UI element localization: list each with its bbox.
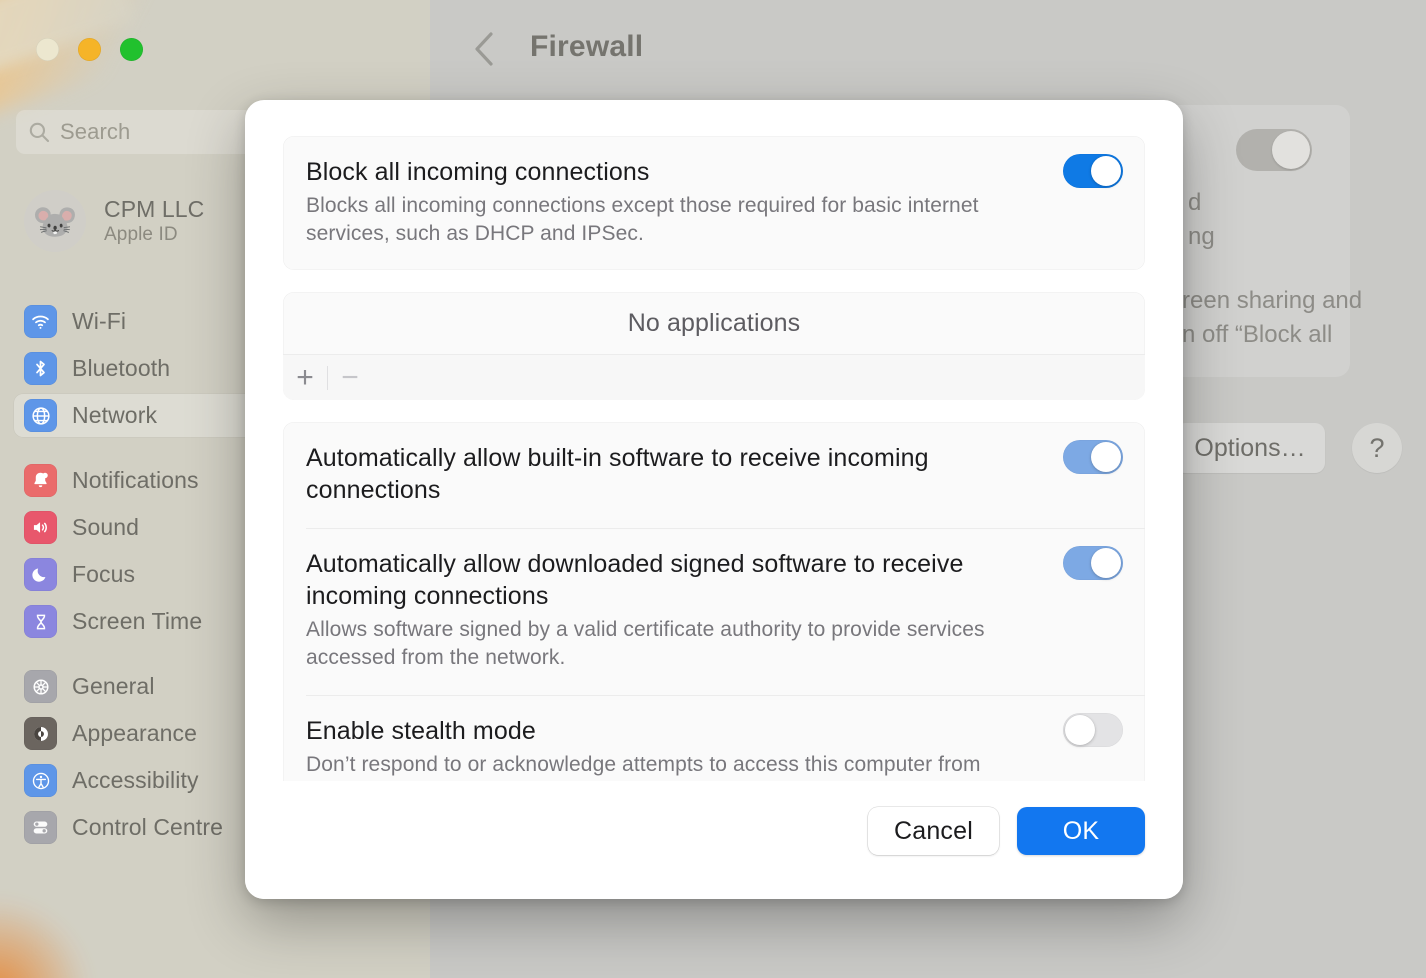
obscured-text-fragment: n off “Block all	[1182, 321, 1333, 348]
allow-signed-row: Automatically allow downloaded signed so…	[283, 528, 1145, 694]
bell-icon	[24, 464, 57, 497]
sidebar-item-label: Accessibility	[72, 767, 199, 793]
pane-toolbar: Firewall	[430, 0, 1426, 98]
close-button[interactable]	[36, 38, 59, 61]
options-button[interactable]: Options…	[1175, 423, 1325, 473]
wallpaper-bleed-corner	[0, 898, 90, 978]
appearance-icon	[24, 717, 57, 750]
obscured-text-fragment: ng	[1188, 223, 1215, 250]
sidebar-item-label: Wi-Fi	[72, 308, 127, 334]
account-name: CPM LLC	[104, 196, 205, 222]
account-subtitle: Apple ID	[104, 224, 178, 245]
sidebar-item-label: Appearance	[72, 720, 198, 746]
applications-empty-label: No applications	[627, 308, 801, 337]
cancel-button[interactable]: Cancel	[867, 807, 999, 855]
block-all-title: Block all incoming connections	[306, 158, 650, 186]
sidebar-item-label: Focus	[72, 561, 136, 587]
obscured-text-fragment: d	[1188, 189, 1202, 216]
window-traffic-lights	[36, 38, 143, 61]
stealth-mode-title: Enable stealth mode	[306, 716, 536, 745]
applications-toolbar: + −	[283, 354, 1145, 401]
ok-button[interactable]: OK	[1017, 807, 1145, 855]
sheet-scroll-area[interactable]: Block all incoming connections Blocks al…	[245, 100, 1183, 781]
sidebar-item-label: General	[72, 673, 155, 699]
zoom-button[interactable]	[120, 38, 143, 61]
sidebar-item-label: Sound	[72, 514, 140, 540]
firewall-toggle-background[interactable]	[1236, 129, 1312, 171]
add-application-button[interactable]: +	[283, 355, 327, 401]
allow-signed-description: Allows software signed by a valid certif…	[306, 618, 985, 670]
minimize-button[interactable]	[78, 38, 101, 61]
desktop-root: Search 🐭 CPM LLC Apple ID Wi-Fi Bluetoot…	[0, 0, 1426, 978]
obscured-text-fragment: reen sharing and	[1182, 287, 1363, 314]
applications-card: No applications + −	[283, 292, 1145, 401]
sidebar-item-label: Control Centre	[72, 814, 223, 840]
speaker-icon	[24, 511, 57, 544]
stealth-mode-description: Don’t respond to or acknowledge attempts…	[306, 752, 981, 782]
globe-icon	[24, 399, 57, 432]
firewall-options-card: Automatically allow built-in software to…	[283, 422, 1145, 781]
page-title: Firewall	[530, 30, 644, 63]
hourglass-icon	[24, 605, 57, 638]
stealth-mode-row: Enable stealth mode Don’t respond to or …	[283, 694, 1145, 782]
sidebar-item-label: Notifications	[72, 467, 199, 493]
remove-application-button: −	[341, 360, 359, 394]
firewall-options-sheet: Block all incoming connections Blocks al…	[245, 100, 1183, 899]
chevron-left-icon[interactable]	[470, 28, 500, 70]
search-placeholder: Search	[60, 119, 131, 144]
block-all-row: Block all incoming connections Blocks al…	[283, 136, 1145, 270]
gear-icon	[24, 670, 57, 703]
allow-signed-toggle[interactable]	[1063, 546, 1123, 581]
allow-signed-title: Automatically allow downloaded signed so…	[306, 550, 964, 611]
sidebar-item-label: Screen Time	[72, 608, 203, 634]
search-icon	[28, 121, 50, 143]
allow-builtin-toggle[interactable]	[1063, 440, 1123, 475]
block-all-description: Blocks all incoming connections except t…	[306, 194, 979, 246]
stealth-mode-toggle[interactable]	[1063, 712, 1123, 747]
block-all-card: Block all incoming connections Blocks al…	[283, 136, 1145, 271]
sidebar-item-label: Bluetooth	[72, 355, 171, 381]
help-button[interactable]: ?	[1352, 423, 1402, 473]
accessibility-icon	[24, 764, 57, 797]
moon-icon	[24, 558, 57, 591]
allow-builtin-title: Automatically allow built-in software to…	[306, 444, 929, 505]
account-row[interactable]: 🐭 CPM LLC Apple ID	[24, 190, 204, 252]
avatar: 🐭	[24, 190, 86, 252]
bluetooth-icon	[24, 352, 57, 385]
sidebar-item-label: Network	[72, 402, 158, 428]
allow-builtin-row: Automatically allow built-in software to…	[283, 422, 1145, 528]
wifi-icon	[24, 305, 57, 338]
sheet-footer: Cancel OK	[245, 781, 1183, 899]
block-all-toggle[interactable]	[1063, 154, 1123, 188]
control-centre-icon	[24, 811, 57, 844]
